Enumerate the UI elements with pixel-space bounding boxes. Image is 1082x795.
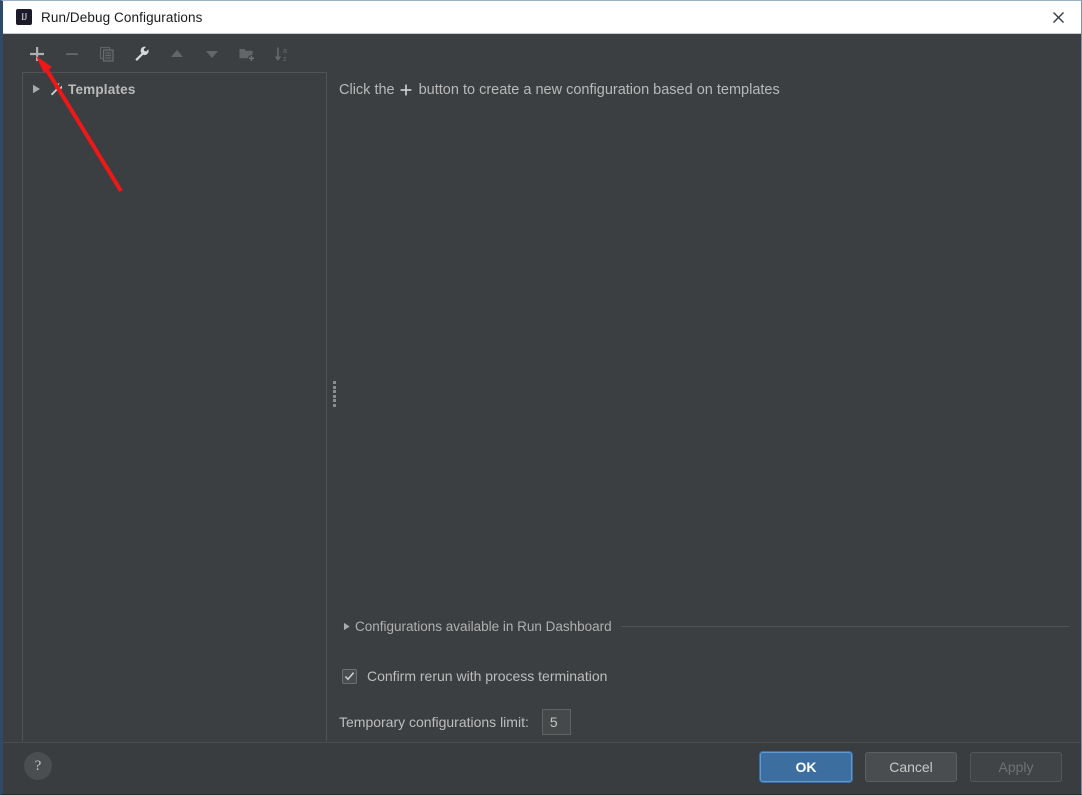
run-debug-configurations-dialog: Run/Debug Configurations [0,0,1082,795]
temp-limit-row: Temporary configurations limit: [339,709,571,735]
hint-suffix-text: button to create a new configuration bas… [418,82,780,98]
run-dashboard-section-header[interactable]: Configurations available in Run Dashboar… [339,617,1069,635]
triangle-right-icon[interactable] [339,619,353,633]
arrow-down-icon[interactable] [198,41,226,67]
svg-text:a: a [283,48,287,55]
cancel-button[interactable]: Cancel [865,752,957,782]
configuration-detail-panel: Click the button to create a new configu… [339,72,1069,743]
check-icon [344,671,355,680]
close-icon[interactable] [1036,1,1081,33]
svg-text:z: z [283,56,287,63]
help-button[interactable]: ? [24,752,52,780]
confirm-rerun-label: Confirm rerun with process termination [367,668,608,684]
dialog-button-row: OK Cancel Apply [747,752,1062,782]
window-title: Run/Debug Configurations [41,9,203,25]
empty-state-hint: Click the button to create a new configu… [339,82,1069,98]
dialog-footer: ? OK Cancel Apply [3,742,1081,794]
confirm-rerun-checkbox[interactable] [342,668,357,684]
plus-icon [399,83,413,97]
arrow-up-icon[interactable] [163,41,191,67]
sort-alpha-icon[interactable]: a z [268,41,296,67]
ok-button[interactable]: OK [760,752,852,782]
configurations-toolbar: a z [3,35,1081,72]
apply-button[interactable]: Apply [970,752,1062,782]
wrench-icon [47,80,65,98]
run-dashboard-section-label: Configurations available in Run Dashboar… [355,618,612,634]
tree-item-templates[interactable]: Templates [23,78,326,100]
question-mark-icon: ? [34,757,42,774]
add-configuration-button[interactable] [23,41,51,67]
panel-splitter-handle[interactable] [331,381,338,407]
confirm-rerun-row: Confirm rerun with process termination [342,668,607,684]
wrench-icon[interactable] [128,41,156,67]
section-divider [620,626,1069,627]
window-titlebar: Run/Debug Configurations [3,1,1081,34]
remove-configuration-button[interactable] [58,41,86,67]
temp-limit-input[interactable] [541,709,571,735]
intellij-idea-icon [16,9,32,25]
configurations-tree-panel: Templates [22,72,327,743]
tree-item-label: Templates [68,81,136,97]
folder-add-icon[interactable] [233,41,261,67]
hint-prefix-text: Click the [339,82,395,98]
triangle-right-icon[interactable] [28,81,44,97]
copy-configuration-button[interactable] [93,41,121,67]
temp-limit-label: Temporary configurations limit: [339,714,529,730]
